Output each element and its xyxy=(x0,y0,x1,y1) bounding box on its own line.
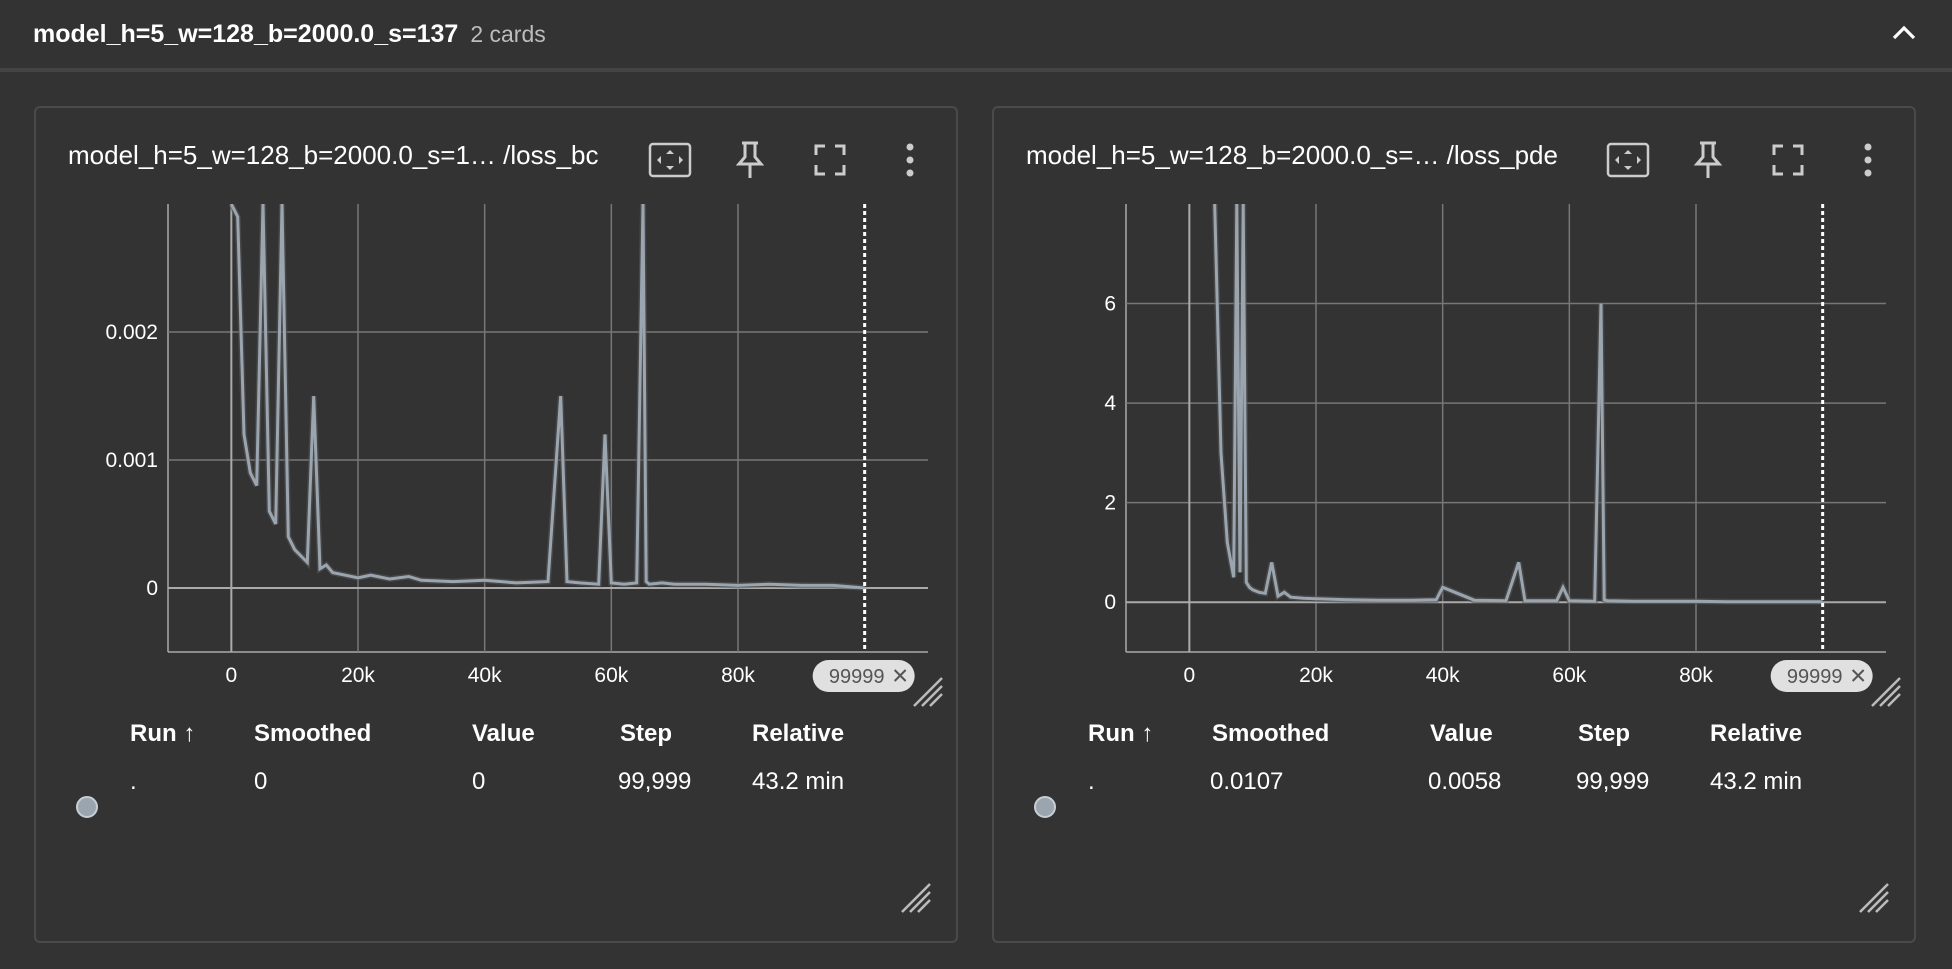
card-resize-handle[interactable] xyxy=(896,878,936,918)
run-color-swatch xyxy=(1034,796,1056,818)
y-tick-label: 0.001 xyxy=(105,449,158,472)
x-tick-label: 40k xyxy=(468,664,502,687)
col-value-header[interactable]: Value xyxy=(1430,720,1493,748)
y-tick-label: 0.002 xyxy=(105,321,158,344)
y-tick-label: 4 xyxy=(1104,392,1116,415)
cell-relative: 43.2 min xyxy=(1710,768,1803,795)
run-color-swatch xyxy=(76,796,98,818)
step-badge-label: 99999 xyxy=(1787,666,1843,688)
group-card-count: 2 cards xyxy=(470,20,546,47)
y-tick-label: 0 xyxy=(1104,591,1116,614)
card-resize-handle[interactable] xyxy=(1854,878,1894,918)
y-tick-label: 2 xyxy=(1104,492,1116,515)
x-tick-label: 60k xyxy=(594,664,628,687)
x-tick-label: 0 xyxy=(1183,664,1195,687)
chart-resize-handle xyxy=(913,677,943,707)
y-tick-label: 0 xyxy=(146,577,158,600)
cell-smoothed: 0.0107 xyxy=(1210,768,1284,795)
series-group xyxy=(228,204,865,591)
cell-relative: 43.2 min xyxy=(752,768,845,795)
cell-step: 99,999 xyxy=(1576,768,1650,795)
col-value-header[interactable]: Value xyxy=(472,720,535,748)
col-relative-header[interactable]: Relative xyxy=(1710,720,1802,748)
cell-run: . xyxy=(1088,768,1095,795)
chart-area[interactable]: 0 20k 40k 60k 80k 0 2 4 6 99999 xyxy=(994,108,1918,748)
chart-area[interactable]: 0 20k 40k 60k 80k 0 0.001 0.002 99999 xyxy=(36,108,960,748)
x-tick-label: 80k xyxy=(1679,664,1713,687)
cell-value: 0 xyxy=(472,768,486,795)
scalar-card-loss-bc: model_h=5_w=128_b=2000.0_s=1… /loss_bc 0… xyxy=(34,106,958,943)
step-badge[interactable]: 99999 xyxy=(1770,660,1873,692)
group-title: model_h=5_w=128_b=2000.0_s=137 xyxy=(33,19,459,48)
cell-value: 0.0058 xyxy=(1428,768,1502,795)
series-raw-line xyxy=(228,204,865,591)
col-step-header[interactable]: Step xyxy=(620,720,672,748)
x-tick-label: 0 xyxy=(225,664,237,687)
x-tick-label: 80k xyxy=(721,664,755,687)
cell-step: 99,999 xyxy=(618,768,692,795)
x-tick-label: 40k xyxy=(1426,664,1460,687)
col-run-header[interactable]: Run ↑ xyxy=(1088,720,1153,748)
collapse-group-button[interactable] xyxy=(1886,16,1922,52)
series-line xyxy=(229,204,865,590)
cell-smoothed: 0 xyxy=(254,768,268,795)
col-smoothed-header[interactable]: Smoothed xyxy=(1212,720,1329,748)
scalar-card-loss-pde: model_h=5_w=128_b=2000.0_s=… /loss_pde 0… xyxy=(992,106,1916,943)
col-step-header[interactable]: Step xyxy=(1578,720,1630,748)
chevron-up-icon xyxy=(1892,25,1916,40)
step-badge-label: 99999 xyxy=(829,666,885,688)
x-tick-label: 20k xyxy=(1299,664,1333,687)
cell-run: . xyxy=(130,768,137,795)
chart-resize-handle xyxy=(1871,677,1901,707)
group-header: model_h=5_w=128_b=2000.0_s=137 2 cards xyxy=(0,0,1952,72)
x-tick-label: 20k xyxy=(341,664,375,687)
x-tick-label: 60k xyxy=(1552,664,1586,687)
col-smoothed-header[interactable]: Smoothed xyxy=(254,720,371,748)
y-tick-label: 6 xyxy=(1104,293,1116,316)
step-badge[interactable]: 99999 xyxy=(812,660,915,692)
col-relative-header[interactable]: Relative xyxy=(752,720,844,748)
col-run-header[interactable]: Run ↑ xyxy=(130,720,195,748)
